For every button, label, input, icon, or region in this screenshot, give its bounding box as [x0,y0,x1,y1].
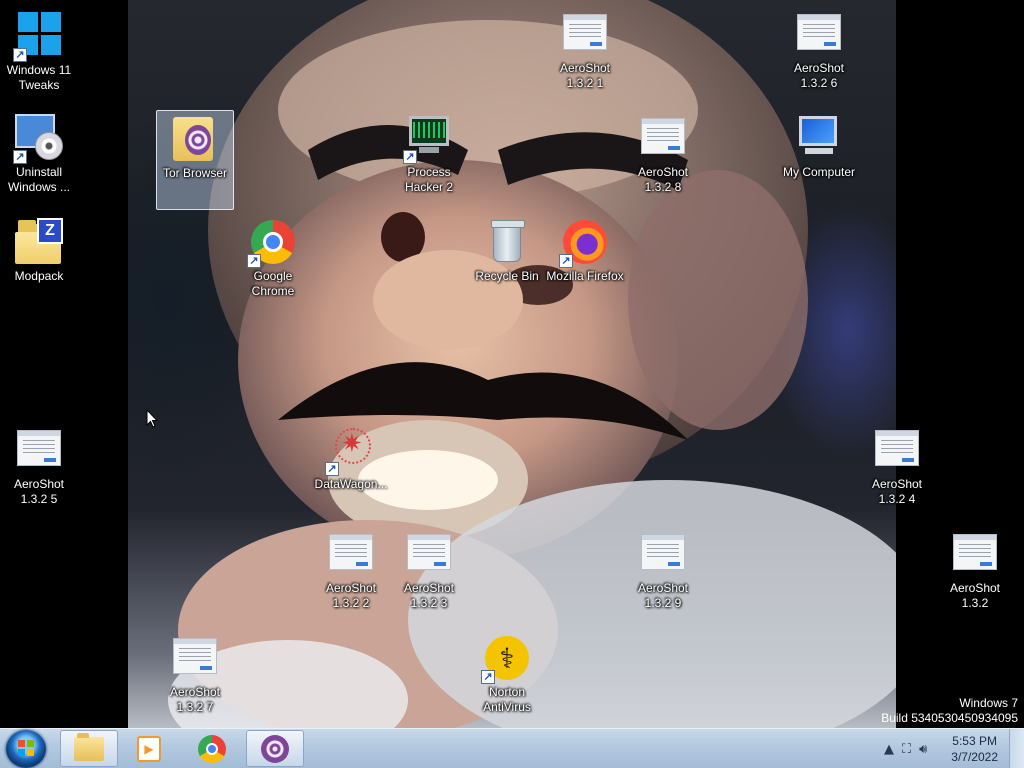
watermark-build: Build 5340530450934095 [881,711,1018,725]
shortcut-arrow-icon: ↗ [247,254,261,268]
aeroshot-window-icon [561,10,609,58]
desktop-icon-datawagon[interactable]: ↗ DataWagon... [312,422,390,522]
aeroshot-window-icon [795,10,843,58]
recycle-bin-icon [483,218,531,266]
icon-label: Tor Browser [162,166,227,180]
desktop-icon-aeroshot-1325[interactable]: AeroShot 1.3.2 5 [0,422,78,522]
desktop-icon-google-chrome[interactable]: ↗ Google Chrome [234,214,312,314]
media-player-icon: ▶ [137,735,161,762]
icon-label: AeroShot 1.3.2 5 [13,477,65,506]
icon-label: AeroShot 1.3.2 2 [325,581,377,610]
shortcut-arrow-icon: ↗ [325,462,339,476]
mouse-cursor-icon [146,408,159,433]
icon-label: AeroShot 1.3.2 6 [793,61,845,90]
system-tray: ▲ ⛶ 🔊︎ 5:53 PM 3/7/2022 [884,729,998,768]
clock-time: 5:53 PM [952,734,997,748]
disc-installer-icon: ↗ [13,114,63,164]
icon-label: Uninstall Windows ... [7,165,70,194]
shortcut-arrow-icon: ↗ [403,150,417,164]
desktop-icon-aeroshot-1329[interactable]: AeroShot 1.3.2 9 [624,526,702,626]
aeroshot-window-icon [639,530,687,578]
aeroshot-window-icon [951,530,999,578]
watermark-os-name: Windows 7 [959,696,1018,710]
desktop-icon-aeroshot-1321[interactable]: AeroShot 1.3.2 1 [546,6,624,106]
aeroshot-window-icon [405,530,453,578]
taskbar-google-chrome[interactable] [183,730,241,767]
icon-label: My Computer [782,165,856,179]
icon-label: Modpack [14,269,64,283]
taskbar-windows-explorer[interactable] [60,730,118,767]
desktop-icon-modpack[interactable]: Z Modpack [0,214,78,314]
chrome-icon: ↗ [247,218,297,268]
icon-label: Recycle Bin [475,269,539,283]
aeroshot-window-icon [171,634,219,682]
icon-label: AeroShot 1.3.2 3 [403,581,455,610]
aeroshot-window-icon [327,530,375,578]
norton-icon: ⚕ ↗ [481,634,531,684]
shortcut-arrow-icon: ↗ [559,254,573,268]
clock[interactable]: 5:53 PM 3/7/2022 [951,733,998,765]
zip-folder-icon: Z [15,218,63,266]
shortcut-arrow-icon: ↗ [481,670,495,684]
windows-flag-icon [18,740,34,756]
desktop-icon-my-computer[interactable]: My Computer [780,110,858,210]
desktop-icon-aeroshot-1323[interactable]: AeroShot 1.3.2 3 [390,526,468,626]
desktop-icon-tor-browser[interactable]: Tor Browser [156,110,234,210]
shortcut-arrow-icon: ↗ [13,48,27,62]
shortcut-arrow-icon: ↗ [13,150,27,164]
icon-label: Windows 11 Tweaks [6,63,72,92]
windows-logo-icon: ↗ [13,12,63,62]
start-button[interactable] [6,730,46,768]
network-icon[interactable]: ⛶ [902,742,911,757]
datawagon-icon: ↗ [325,426,375,476]
folder-icon [74,732,104,761]
computer-icon [795,114,843,162]
desktop-icon-aeroshot-1327[interactable]: AeroShot 1.3.2 7 [156,630,234,730]
desktop-icon-aeroshot-1322[interactable]: AeroShot 1.3.2 2 [312,526,390,626]
desktop-icon-process-hacker[interactable]: ↗ Process Hacker 2 [390,110,468,210]
desktop-icon-norton-antivirus[interactable]: ⚕ ↗ Norton AntiVirus [468,630,546,730]
desktop-icon-aeroshot-1326[interactable]: AeroShot 1.3.2 6 [780,6,858,106]
icon-label: AeroShot 1.3.2 4 [871,477,923,506]
clock-date: 3/7/2022 [951,750,998,764]
icon-label: AeroShot 1.3.2 1 [559,61,611,90]
tor-browser-folder-icon [171,115,219,163]
icon-label: Google Chrome [251,269,295,298]
icon-label: AeroShot 1.3.2 9 [637,581,689,610]
desktop-icon-aeroshot-1328[interactable]: AeroShot 1.3.2 8 [624,110,702,210]
icon-label: AeroShot 1.3.2 [949,581,1001,610]
desktop-icon-aeroshot-1324[interactable]: AeroShot 1.3.2 4 [858,422,936,522]
volume-icon[interactable]: 🔊︎ [919,742,927,757]
desktop-icon-aeroshot-132[interactable]: AeroShot 1.3.2 [936,526,1014,626]
show-desktop-button[interactable] [1009,729,1024,768]
taskbar-media-player[interactable]: ▶ [120,730,178,767]
desktop-icon-mozilla-firefox[interactable]: ↗ Mozilla Firefox [546,214,624,314]
aeroshot-window-icon [873,426,921,474]
chevron-up-icon[interactable]: ▲ [884,742,894,757]
taskbar-tor-browser[interactable] [246,730,304,767]
icon-label: AeroShot 1.3.2 8 [637,165,689,194]
icon-label: AeroShot 1.3.2 7 [169,685,221,714]
firefox-icon: ↗ [559,218,609,268]
icon-label: Norton AntiVirus [483,685,531,714]
chrome-icon [198,734,226,763]
desktop-icon-windows-11-tweaks[interactable]: ↗ Windows 11 Tweaks [0,6,78,106]
tor-onion-icon [261,734,289,763]
windows-build-watermark: Windows 7 Build 5340530450934095 [881,696,1018,726]
aeroshot-window-icon [15,426,63,474]
icon-label: Process Hacker 2 [404,165,454,194]
aeroshot-window-icon [639,114,687,162]
desktop-icon-uninstall-windows[interactable]: ↗ Uninstall Windows ... [0,110,78,210]
process-hacker-icon: ↗ [403,114,453,164]
taskbar: ▶ ▲ ⛶ 🔊︎ 5:53 PM 3/7/2022 [0,728,1024,768]
icon-label: Mozilla Firefox [546,269,624,283]
icon-label: DataWagon... [314,477,388,491]
desktop-icon-recycle-bin[interactable]: Recycle Bin [468,214,546,314]
